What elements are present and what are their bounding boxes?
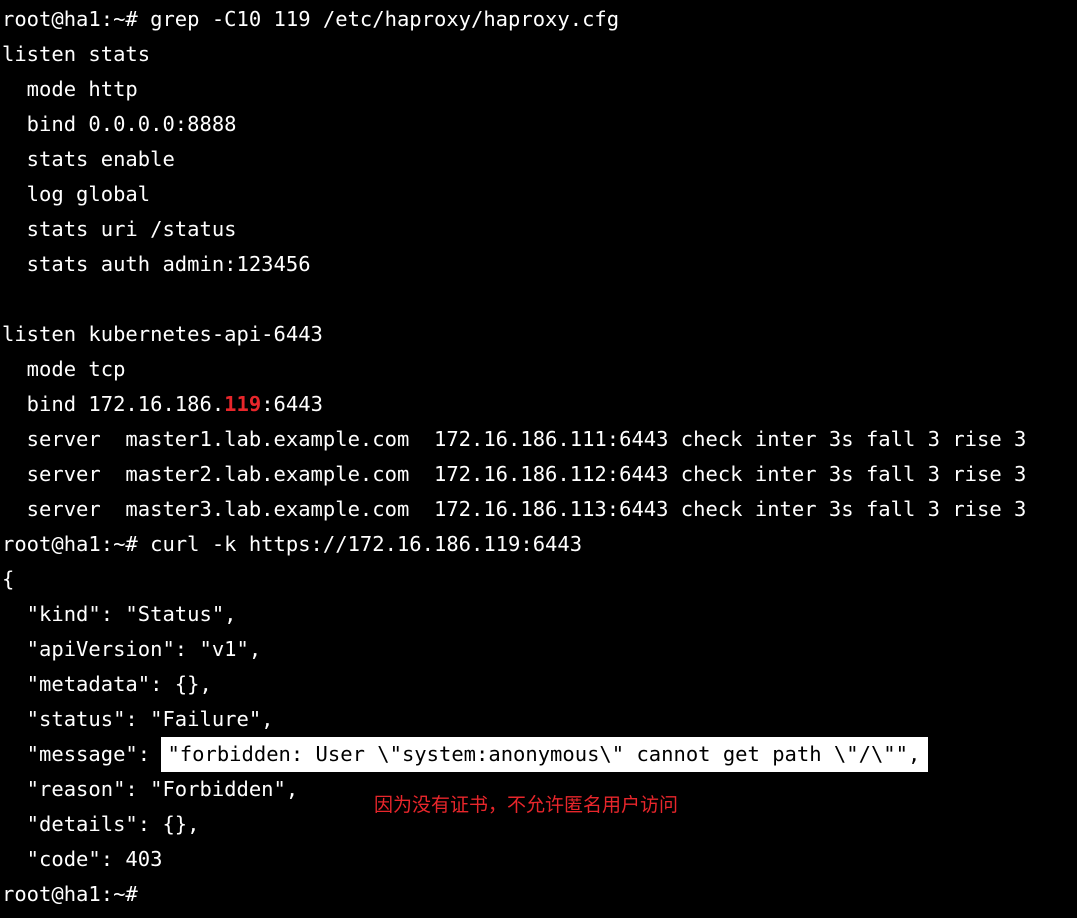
message-line: "message": "forbidden: User \"system:ano… bbox=[2, 737, 1077, 772]
terminal-line: server master2.lab.example.com 172.16.18… bbox=[2, 462, 1027, 486]
terminal-line: stats enable bbox=[2, 147, 175, 171]
message-highlight-box: "forbidden: User \"system:anonymous\" ca… bbox=[161, 737, 929, 772]
bind-suffix: :6443 bbox=[261, 392, 323, 416]
terminal-line: stats uri /status bbox=[2, 217, 237, 241]
message-key: "message": bbox=[2, 742, 163, 766]
bind-line: bind 172.16.186.119:6443 bbox=[2, 387, 1077, 422]
terminal-window[interactable]: root@ha1:~# grep -C10 119 /etc/haproxy/h… bbox=[0, 0, 1077, 918]
terminal-line: bind 0.0.0.0:8888 bbox=[2, 112, 237, 136]
terminal-line: root@ha1:~# grep -C10 119 /etc/haproxy/h… bbox=[2, 7, 620, 31]
terminal-line: "metadata": {}, bbox=[2, 672, 212, 696]
terminal-line: listen kubernetes-api-6443 bbox=[2, 322, 323, 346]
terminal-line: log global bbox=[2, 182, 151, 206]
terminal-line: "apiVersion": "v1", bbox=[2, 637, 262, 661]
terminal-line: "kind": "Status", bbox=[2, 602, 237, 626]
bind-prefix: bind 172.16.186. bbox=[2, 392, 225, 416]
terminal-line: stats auth admin:123456 bbox=[2, 252, 311, 276]
terminal-line: "status": "Failure", bbox=[2, 707, 274, 731]
grep-match-highlight: 119 bbox=[224, 392, 262, 416]
terminal-line: mode tcp bbox=[2, 357, 126, 381]
terminal-line: listen stats bbox=[2, 42, 151, 66]
terminal-line: root@ha1:~# curl -k https://172.16.186.1… bbox=[2, 532, 583, 556]
terminal-line: "code": 403 bbox=[2, 847, 163, 871]
terminal-line: server master3.lab.example.com 172.16.18… bbox=[2, 497, 1027, 521]
terminal-line: mode http bbox=[2, 77, 138, 101]
terminal-line: server master1.lab.example.com 172.16.18… bbox=[2, 427, 1027, 451]
annotation-note: 因为没有证书，不允许匿名用户访问 bbox=[374, 794, 679, 816]
terminal-line: { bbox=[2, 567, 15, 591]
shell-prompt[interactable]: root@ha1:~# bbox=[2, 877, 1077, 912]
